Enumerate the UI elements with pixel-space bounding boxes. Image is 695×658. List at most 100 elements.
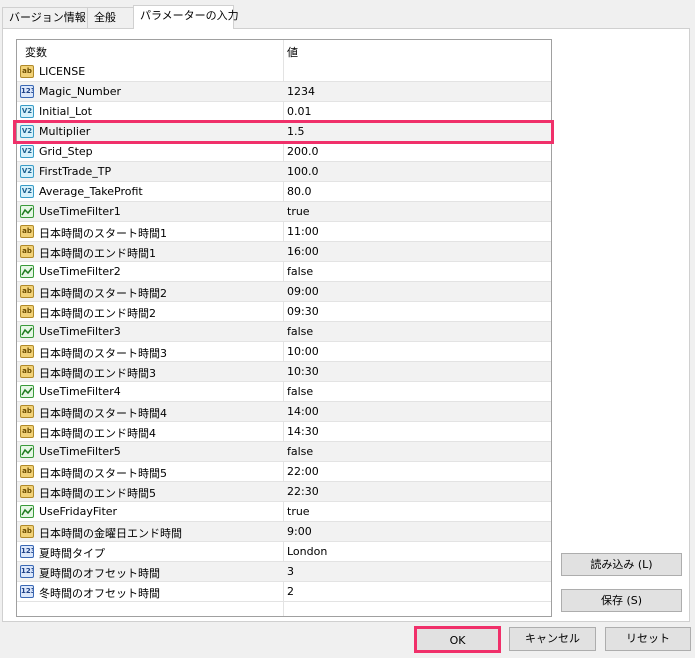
- parameter-value[interactable]: 9:00: [287, 525, 312, 538]
- string-type-icon: ab: [20, 525, 34, 538]
- parameter-name: FirstTrade_TP: [39, 165, 112, 178]
- table-row[interactable]: 123 冬時間のオフセット時間 2: [17, 582, 551, 602]
- parameter-value[interactable]: false: [287, 325, 313, 338]
- parameter-value[interactable]: 80.0: [287, 185, 312, 198]
- parameter-value[interactable]: false: [287, 445, 313, 458]
- string-type-icon: ab: [20, 405, 34, 418]
- parameter-value[interactable]: 100.0: [287, 165, 319, 178]
- table-row[interactable]: ab 日本時間のエンド時間1 16:00: [17, 242, 551, 262]
- double-type-icon: V2: [20, 145, 34, 158]
- parameter-value[interactable]: 11:00: [287, 225, 319, 238]
- parameter-value[interactable]: 10:00: [287, 345, 319, 358]
- tab-version-info[interactable]: バージョン情報: [2, 7, 88, 28]
- bool-type-icon: [20, 265, 34, 278]
- integer-type-icon: 123: [20, 545, 34, 558]
- parameter-value[interactable]: 0.01: [287, 105, 312, 118]
- parameter-value[interactable]: 14:00: [287, 405, 319, 418]
- integer-type-icon: 123: [20, 85, 34, 98]
- list-header: 変数 値: [17, 40, 551, 62]
- table-row[interactable]: ab 日本時間のスタート時間4 14:00: [17, 402, 551, 422]
- parameter-name: UseTimeFilter1: [39, 205, 121, 218]
- parameter-value[interactable]: 200.0: [287, 145, 319, 158]
- parameter-value[interactable]: 10:30: [287, 365, 319, 378]
- parameter-value[interactable]: 09:30: [287, 305, 319, 318]
- parameter-value[interactable]: 22:00: [287, 465, 319, 478]
- load-button[interactable]: 読み込み (L): [561, 553, 682, 576]
- tab-input-parameters[interactable]: パラメーターの入力: [133, 5, 239, 29]
- table-row[interactable]: ab 日本時間のエンド時間3 10:30: [17, 362, 551, 382]
- parameter-value[interactable]: 22:30: [287, 485, 319, 498]
- string-type-icon: ab: [20, 245, 34, 258]
- table-row[interactable]: ab 日本時間のスタート時間3 10:00: [17, 342, 551, 362]
- string-type-icon: ab: [20, 485, 34, 498]
- tab-general[interactable]: 全般: [87, 7, 134, 28]
- table-row[interactable]: V2 FirstTrade_TP 100.0: [17, 162, 551, 182]
- string-type-icon: ab: [20, 425, 34, 438]
- bool-type-icon: [20, 325, 34, 338]
- parameter-name: 冬時間のオフセット時間: [39, 587, 160, 600]
- parameter-name: UseTimeFilter3: [39, 325, 121, 338]
- string-type-icon: ab: [20, 285, 34, 298]
- parameter-name: UseTimeFilter4: [39, 385, 121, 398]
- table-row[interactable]: ab 日本時間のスタート時間1 11:00: [17, 222, 551, 242]
- parameter-name: 日本時間のエンド時間1: [39, 247, 156, 260]
- parameter-name: 日本時間のスタート時間1: [39, 227, 167, 240]
- parameter-value[interactable]: 3: [287, 565, 294, 578]
- table-row[interactable]: V2 Initial_Lot 0.01: [17, 102, 551, 122]
- table-row[interactable]: ab 日本時間のスタート時間5 22:00: [17, 462, 551, 482]
- parameter-name: 日本時間のスタート時間4: [39, 407, 167, 420]
- table-row[interactable]: V2 Average_TakeProfit 80.0: [17, 182, 551, 202]
- column-header-value[interactable]: 値: [287, 44, 298, 60]
- string-type-icon: ab: [20, 345, 34, 358]
- table-row[interactable]: UseTimeFilter3 false: [17, 322, 551, 342]
- table-row[interactable]: 123 Magic_Number 1234: [17, 82, 551, 102]
- parameter-value[interactable]: 14:30: [287, 425, 319, 438]
- save-button[interactable]: 保存 (S): [561, 589, 682, 612]
- parameter-value[interactable]: false: [287, 385, 313, 398]
- string-type-icon: ab: [20, 365, 34, 378]
- parameter-name: 夏時間タイプ: [39, 547, 105, 560]
- cancel-button[interactable]: キャンセル: [509, 627, 596, 651]
- parameter-name: Initial_Lot: [39, 105, 92, 118]
- table-row[interactable]: ab LICENSE: [17, 62, 551, 82]
- parameter-name: 日本時間のエンド時間3: [39, 367, 156, 380]
- integer-type-icon: 123: [20, 585, 34, 598]
- multiplier-highlight-frame: [13, 120, 554, 144]
- parameter-value[interactable]: true: [287, 505, 310, 518]
- table-row[interactable]: V2 Grid_Step 200.0: [17, 142, 551, 162]
- parameter-value[interactable]: 09:00: [287, 285, 319, 298]
- table-row[interactable]: UseTimeFilter4 false: [17, 382, 551, 402]
- double-type-icon: V2: [20, 165, 34, 178]
- double-type-icon: V2: [20, 105, 34, 118]
- ok-button[interactable]: OK: [414, 626, 501, 653]
- bool-type-icon: [20, 445, 34, 458]
- table-row[interactable]: ab 日本時間のエンド時間5 22:30: [17, 482, 551, 502]
- reset-button[interactable]: リセット: [605, 627, 691, 651]
- table-row[interactable]: 123 夏時間のオフセット時間 3: [17, 562, 551, 582]
- table-row[interactable]: ab 日本時間のスタート時間2 09:00: [17, 282, 551, 302]
- parameter-value[interactable]: 16:00: [287, 245, 319, 258]
- column-header-variable[interactable]: 変数: [25, 44, 47, 60]
- parameter-value[interactable]: false: [287, 265, 313, 278]
- table-row[interactable]: 123 夏時間タイプ London: [17, 542, 551, 562]
- table-row[interactable]: UseTimeFilter1 true: [17, 202, 551, 222]
- parameter-name: 日本時間のスタート時間5: [39, 467, 167, 480]
- parameter-name: 日本時間の金曜日エンド時間: [39, 527, 182, 540]
- table-row[interactable]: ab 日本時間のエンド時間4 14:30: [17, 422, 551, 442]
- parameter-value[interactable]: 1234: [287, 85, 315, 98]
- parameter-name: Grid_Step: [39, 145, 93, 158]
- parameter-value[interactable]: London: [287, 545, 327, 558]
- parameter-name: LICENSE: [39, 65, 86, 78]
- table-row[interactable]: UseFridayFiter true: [17, 502, 551, 522]
- string-type-icon: ab: [20, 65, 34, 78]
- table-row[interactable]: ab 日本時間の金曜日エンド時間 9:00: [17, 522, 551, 542]
- table-row[interactable]: UseTimeFilter5 false: [17, 442, 551, 462]
- parameter-name: UseFridayFiter: [39, 505, 118, 518]
- parameter-value[interactable]: true: [287, 205, 310, 218]
- parameter-name: UseTimeFilter5: [39, 445, 121, 458]
- parameter-name: Average_TakeProfit: [39, 185, 143, 198]
- table-row[interactable]: ab 日本時間のエンド時間2 09:30: [17, 302, 551, 322]
- parameter-name: 日本時間のエンド時間4: [39, 427, 156, 440]
- parameter-value[interactable]: 2: [287, 585, 294, 598]
- table-row[interactable]: UseTimeFilter2 false: [17, 262, 551, 282]
